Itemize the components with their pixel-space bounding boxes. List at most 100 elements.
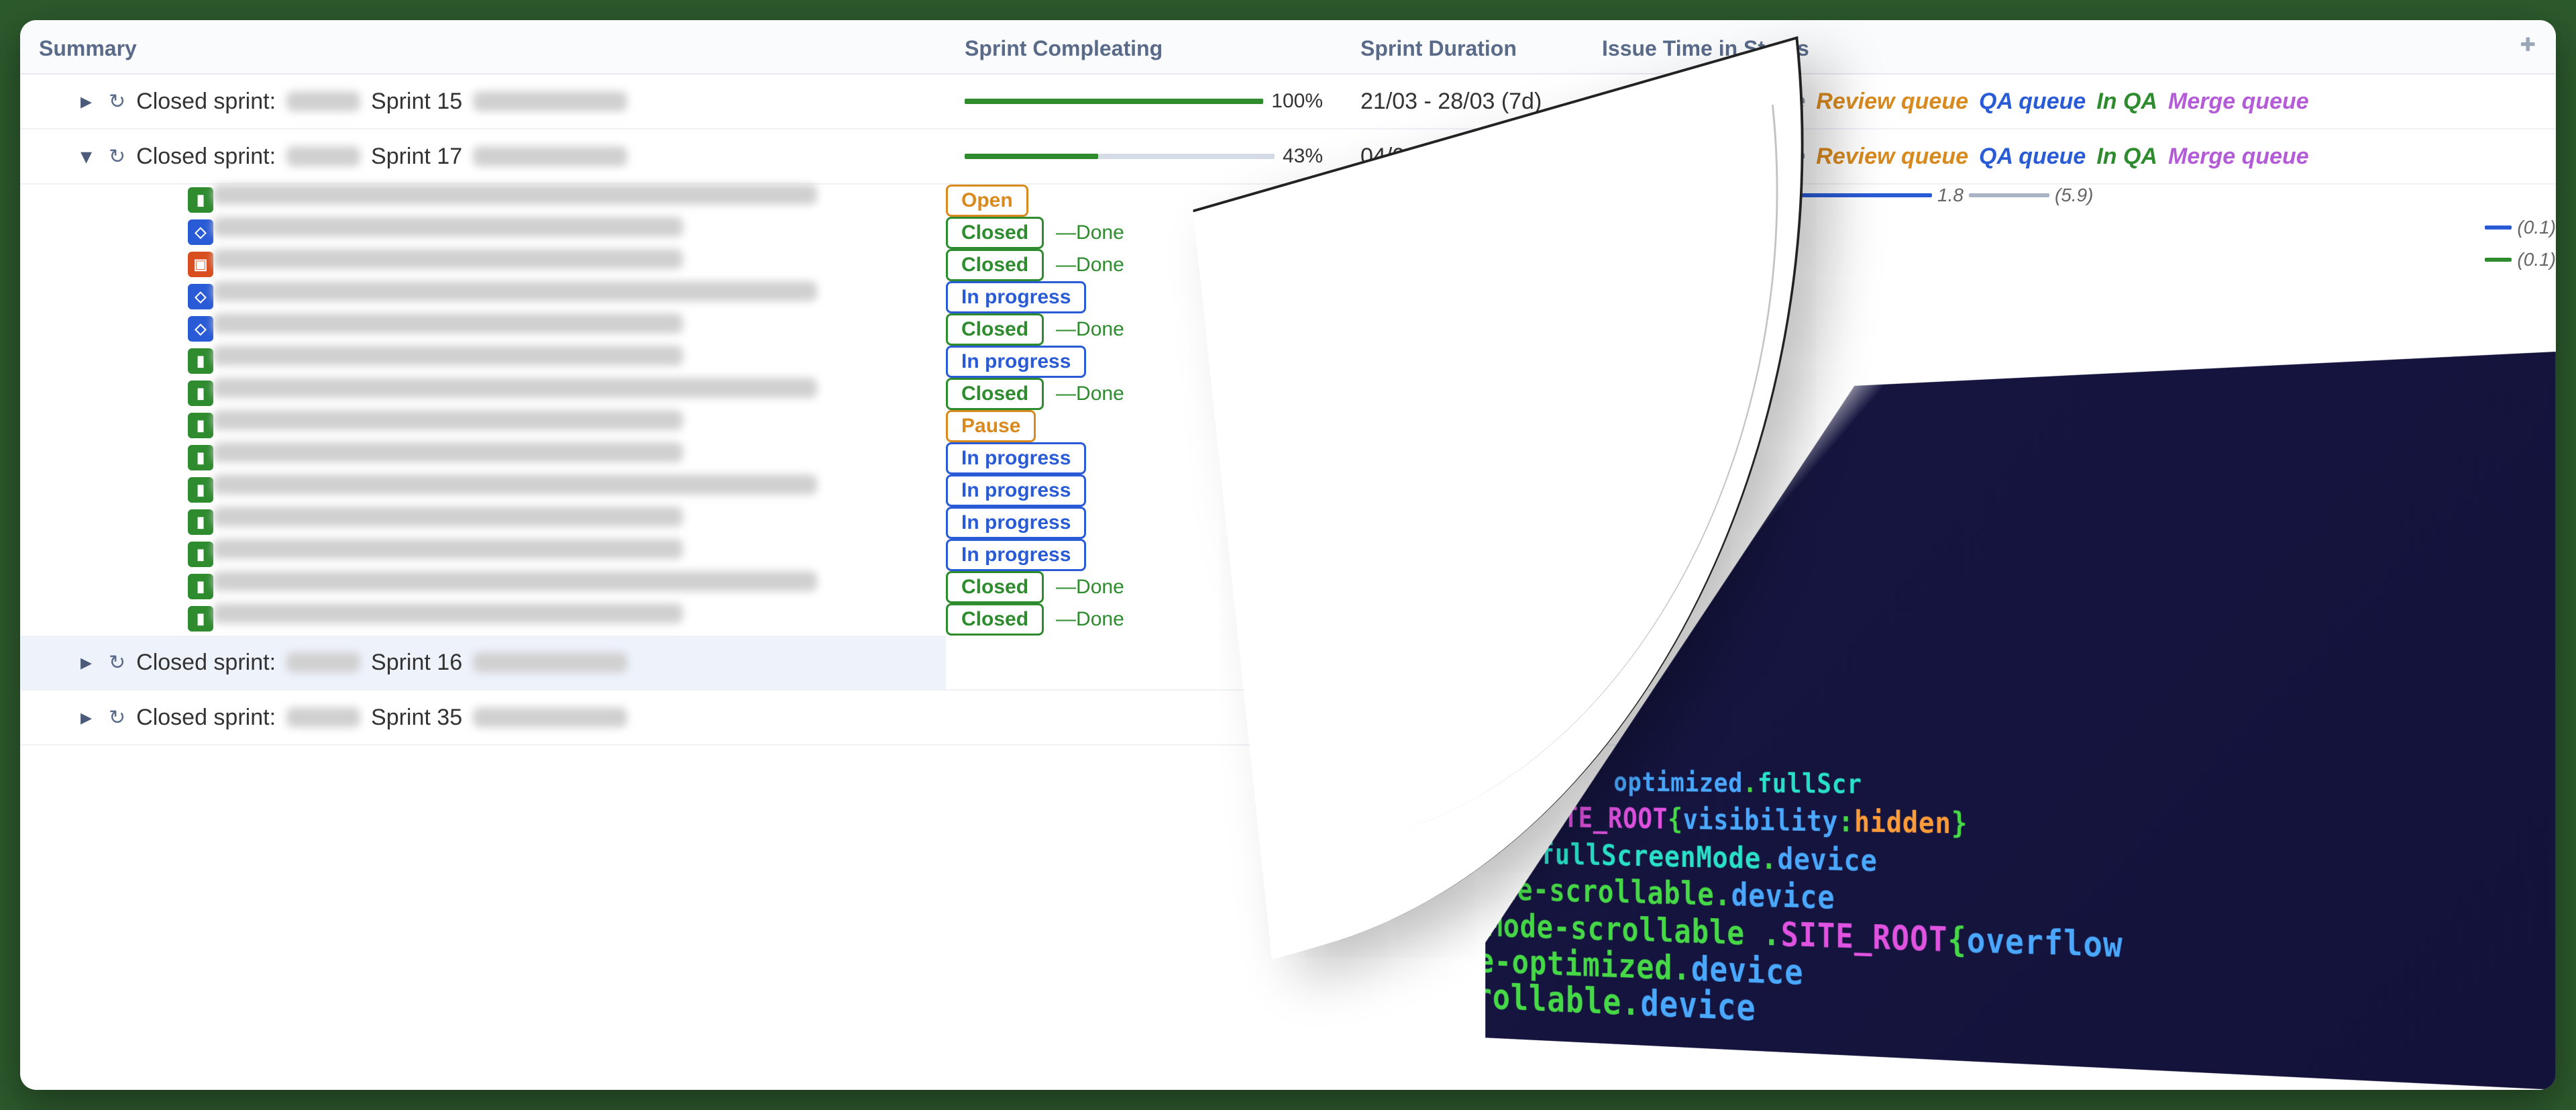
resolution-label: —Done (1056, 318, 1124, 340)
time-total: (0.1) (2517, 217, 2556, 238)
issue-row[interactable]: ▣ (20, 249, 946, 281)
issue-row[interactable]: ▮ (20, 539, 946, 571)
sprint-icon: ↻ (109, 145, 125, 168)
redacted-text (473, 146, 627, 166)
redacted-text (213, 571, 817, 591)
issue-type-icon: ▮ (188, 477, 213, 503)
chevron-right-icon[interactable]: ▸ (80, 649, 98, 676)
status-pill[interactable]: Closed (946, 217, 1044, 249)
sprint-name: Sprint 16 (371, 650, 462, 676)
resolution-label: —Done (1056, 608, 1124, 630)
redacted-text (213, 313, 683, 334)
status-pill[interactable]: In progress (946, 507, 1086, 539)
issue-type-icon: ▮ (188, 413, 213, 438)
issue-type-icon: ▮ (188, 509, 213, 535)
status-pill[interactable]: Closed (946, 313, 1044, 346)
issue-type-icon: ▮ (188, 348, 213, 374)
sprint-name: Sprint 15 (371, 89, 462, 115)
col-summary[interactable]: Summary (20, 20, 946, 74)
status-in-qa: In QA (2096, 144, 2157, 170)
resolution-label: —Done (1056, 254, 1124, 276)
sprint-row[interactable]: ▾ ↻ Closed sprint: Sprint 17 (20, 130, 946, 185)
issue-row[interactable]: ▮ (20, 474, 946, 507)
status-pill[interactable]: In progress (946, 442, 1086, 474)
completion-cell: 43% (946, 130, 1342, 185)
redacted-text (286, 652, 360, 672)
redacted-text (286, 91, 360, 111)
status-qa-queue: QA queue (1979, 144, 2086, 170)
status-pill[interactable]: In progress (946, 539, 1086, 571)
issue-row[interactable]: ▮ (20, 603, 946, 636)
status-pill[interactable]: Closed (946, 571, 1044, 603)
chevron-down-icon[interactable]: ▾ (80, 143, 98, 170)
redacted-text (286, 146, 360, 166)
completion-pct: 43% (1283, 145, 1323, 168)
sprint-row[interactable]: ▸ ↻ Closed sprint: Sprint 16 (20, 636, 946, 691)
issue-type-icon: ◇ (188, 316, 213, 342)
redacted-text (213, 474, 817, 495)
redacted-text (213, 281, 817, 301)
time-total: (5.9) (2055, 185, 2094, 206)
col-duration[interactable]: Sprint Duration (1342, 20, 1583, 74)
issue-type-icon: ▮ (188, 574, 213, 599)
status-pill[interactable]: Closed (946, 378, 1044, 410)
redacted-text (213, 603, 683, 623)
resolution-label: —Done (1056, 576, 1124, 598)
status-pill[interactable]: Pause (946, 410, 1036, 442)
redacted-text (473, 91, 627, 111)
issue-type-icon: ◇ (188, 219, 213, 245)
completion-cell: 100% (946, 74, 1342, 130)
status-pill[interactable]: Closed (946, 603, 1044, 636)
status-pill[interactable]: In progress (946, 474, 1086, 507)
sprint-icon: ↻ (109, 651, 125, 674)
redacted-text (213, 217, 683, 237)
redacted-text (213, 507, 683, 527)
issue-row[interactable]: ◇ (20, 217, 946, 249)
sprint-prefix: Closed sprint: (136, 650, 276, 676)
status-pill[interactable]: Open (946, 185, 1028, 217)
status-review-queue: Review queue (1816, 89, 1968, 115)
redacted-text (213, 249, 683, 269)
issue-row[interactable]: ▮ (20, 507, 946, 539)
redacted-text (213, 539, 683, 559)
completion-pct: 100% (1271, 90, 1323, 113)
time-value: 1.8 (1937, 185, 1964, 206)
sprint-row[interactable]: ▸ ↻ Closed sprint: Sprint 15 (20, 74, 946, 130)
issue-row[interactable]: ▮ (20, 410, 946, 442)
issue-row[interactable]: ▮ (20, 442, 946, 474)
issue-row[interactable]: ◇ (20, 313, 946, 346)
issue-type-icon: ▮ (188, 542, 213, 567)
col-completing[interactable]: Sprint Compleating (946, 20, 1342, 74)
sprint-icon: ↻ (109, 90, 125, 113)
redacted-text (213, 442, 683, 462)
redacted-text (213, 378, 817, 398)
issue-type-icon: ▮ (188, 445, 213, 470)
chevron-right-icon[interactable]: ▸ (80, 88, 98, 115)
issue-type-icon: ◇ (188, 284, 213, 309)
sprint-row[interactable]: ▸ ↻ Closed sprint: Sprint 35 (20, 691, 946, 746)
resolution-label: —Done (1056, 221, 1124, 244)
issue-row[interactable]: ▮ (20, 346, 946, 378)
issue-row[interactable]: ▮ (20, 185, 946, 217)
issue-row[interactable]: ▮ (20, 378, 946, 410)
sprint-name: Sprint 35 (371, 705, 462, 731)
status-pill[interactable]: In progress (946, 346, 1086, 378)
issue-type-icon: ▮ (188, 187, 213, 213)
chevron-right-icon[interactable]: ▸ (80, 704, 98, 731)
time-total: (0.1) (2517, 249, 2556, 270)
resolution-label: —Done (1056, 383, 1124, 405)
issue-row[interactable]: ▮ (20, 571, 946, 603)
status-qa-queue: QA queue (1979, 89, 2086, 115)
sprint-name: Sprint 17 (371, 144, 462, 170)
redacted-text (213, 185, 817, 205)
issue-type-icon: ▣ (188, 252, 213, 277)
status-merge-queue: Merge queue (2168, 89, 2309, 115)
status-pill[interactable]: In progress (946, 281, 1086, 313)
redacted-text (473, 652, 627, 672)
issue-type-icon: ▮ (188, 381, 213, 406)
issue-row[interactable]: ◇ (20, 281, 946, 313)
status-pill[interactable]: Closed (946, 249, 1044, 281)
report-panel: ✚ Summary Sprint Compleating Sprint Dura… (20, 20, 2556, 1090)
redacted-text (213, 346, 683, 366)
add-column-button[interactable]: ✚ (2520, 34, 2536, 56)
